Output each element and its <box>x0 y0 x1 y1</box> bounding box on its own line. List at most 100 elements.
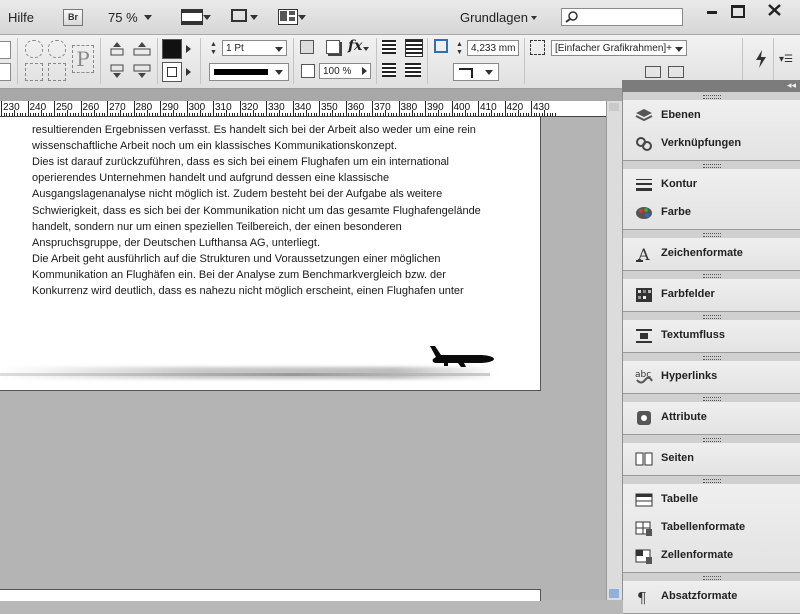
drop-shadow-icon[interactable] <box>300 40 314 54</box>
panel-group-grip[interactable] <box>623 92 800 100</box>
corner-shape-select[interactable] <box>453 63 499 81</box>
panel-group-grip[interactable] <box>623 271 800 279</box>
ruler-minor-tick <box>401 113 403 116</box>
panel-group-grip[interactable] <box>623 394 800 402</box>
panel-item-tabellenformate[interactable]: Tabellenformate <box>623 514 800 542</box>
panel-item-label: Farbfelder <box>661 288 715 300</box>
stroke-weight-stepper[interactable]: ▲ ▼ <box>210 41 218 57</box>
vertical-scrollbar[interactable] <box>606 101 622 600</box>
effects-dropdown-icon[interactable] <box>363 47 369 51</box>
ruler-major-tick <box>160 101 161 116</box>
zoom-level[interactable]: 75 % <box>108 10 138 25</box>
select-previous-icon[interactable] <box>132 41 152 57</box>
ruler-minor-tick <box>538 113 540 116</box>
search-input[interactable] <box>561 8 683 26</box>
reference-point-field[interactable] <box>0 41 11 59</box>
no-text-wrap-icon[interactable] <box>382 40 396 54</box>
fill-arrow-icon[interactable] <box>186 45 191 53</box>
panel-group-grip[interactable] <box>623 161 800 169</box>
panel-item-kontur[interactable]: Kontur <box>623 171 800 199</box>
object-style-select[interactable]: [Einfacher Grafikrahmen]+ <box>551 40 687 56</box>
ruler-minor-tick <box>32 113 34 116</box>
wrap-object-shape-icon[interactable] <box>382 63 396 77</box>
panel-dock: Ebenen Verknüpfungen Kontur Farbe A Zeichenfo… <box>622 92 800 614</box>
stroke-weight-dropdown-icon[interactable] <box>275 47 283 52</box>
select-next-icon[interactable] <box>132 64 152 80</box>
ruler-minor-tick <box>40 110 42 116</box>
rotate-icon[interactable] <box>25 40 43 58</box>
scroll-up-icon[interactable] <box>609 103 619 111</box>
measure-stepper[interactable]: ▲ ▼ <box>456 41 464 57</box>
text-frame[interactable]: resultierenden Ergebnissen verfasst. Es … <box>0 117 540 317</box>
dock-header[interactable]: ◂◂ <box>622 80 800 92</box>
ruler-minor-tick <box>276 113 278 116</box>
select-container-icon[interactable] <box>108 41 126 57</box>
opacity-arrow-icon[interactable] <box>362 67 367 75</box>
scroll-thumb[interactable] <box>609 589 619 598</box>
panel-item-textumfluss[interactable]: Textumfluss <box>623 322 800 350</box>
panel-item-zellenformate[interactable]: Zellenformate <box>623 542 800 570</box>
ruler-tick-label: 430 <box>533 102 550 113</box>
fill-swatch[interactable] <box>162 39 182 59</box>
panel-group-grip[interactable] <box>623 353 800 361</box>
ruler-minor-tick <box>228 113 230 116</box>
panel-item-tabelle[interactable]: Tabelle <box>623 486 800 514</box>
zoom-dropdown-icon[interactable] <box>144 15 152 20</box>
clear-overrides-icon[interactable] <box>645 66 661 78</box>
panel-group-grip[interactable] <box>623 573 800 581</box>
stroke-swatch[interactable] <box>162 62 182 82</box>
effects-fx-icon[interactable]: fx <box>348 38 362 54</box>
panel-item-hyperlinks[interactable]: abc Hyperlinks <box>623 363 800 391</box>
panel-group-grip[interactable] <box>623 230 800 238</box>
panel-item-ebenen[interactable]: Ebenen <box>623 102 800 130</box>
panel-menu-icon[interactable]: ▾☰ <box>779 54 793 65</box>
panel-group-grip[interactable] <box>623 312 800 320</box>
new-style-icon[interactable] <box>668 66 684 78</box>
screen-mode-dropdown-icon[interactable] <box>250 15 258 20</box>
ruler-minor-tick <box>472 113 474 116</box>
jump-object-icon[interactable] <box>405 63 421 77</box>
shadow-toggle-icon[interactable] <box>326 40 340 54</box>
stroke-type-select[interactable] <box>209 63 289 81</box>
workspace-switcher[interactable]: Grundlagen <box>460 10 528 25</box>
object-style-dropdown-icon[interactable] <box>675 47 683 52</box>
select-content-icon[interactable] <box>108 64 126 80</box>
workspace-dropdown-icon[interactable] <box>531 16 537 20</box>
ruler-minor-tick <box>435 113 437 116</box>
ruler-minor-tick <box>125 113 127 116</box>
measure-field[interactable]: 4,233 mm <box>467 40 519 56</box>
screen-mode-icon[interactable] <box>231 9 247 22</box>
panel-item-farbe[interactable]: Farbe <box>623 199 800 227</box>
view-options-icon[interactable] <box>181 9 203 25</box>
flip-vertical-icon[interactable] <box>48 63 66 81</box>
collapse-dock-icon[interactable]: ◂◂ <box>787 80 796 91</box>
arrange-documents-icon[interactable] <box>278 9 298 25</box>
reference-point-field-2[interactable] <box>0 63 11 81</box>
panel-item-seiten[interactable]: Seiten <box>623 445 800 473</box>
flip-horizontal-icon[interactable] <box>25 63 43 81</box>
panel-group-grip[interactable] <box>623 476 800 484</box>
menu-help[interactable]: Hilfe <box>8 10 34 25</box>
wrap-bounding-box-icon[interactable] <box>405 39 423 57</box>
panel-item-zeichenformate[interactable]: A Zeichenformate <box>623 240 800 268</box>
ruler-minor-tick <box>369 113 371 116</box>
maximize-button[interactable] <box>722 1 752 19</box>
path-type-icon[interactable]: P <box>72 45 94 73</box>
frame-fitting-icon[interactable] <box>434 39 448 53</box>
arrange-documents-dropdown-icon[interactable] <box>298 15 306 20</box>
close-window-button[interactable] <box>757 1 793 19</box>
panel-item-absatzformate[interactable]: ¶ Absatzformate <box>623 583 800 611</box>
panel-item-attribute[interactable]: Attribute <box>623 404 800 432</box>
panel-group-grip[interactable] <box>623 435 800 443</box>
text-line: Konkurrenz wird deutlich, dass es nahezu… <box>32 285 464 297</box>
horizontal-ruler[interactable]: 230 240 250 260 270 280 290 300 310 320 330 340 350 3… <box>0 101 610 117</box>
document-page[interactable]: resultierenden Ergebnissen verfasst. Es … <box>0 117 541 391</box>
panel-item-verknüpfungen[interactable]: Verknüpfungen <box>623 130 800 158</box>
quick-apply-icon[interactable] <box>755 50 767 68</box>
stroke-arrow-icon[interactable] <box>186 68 191 76</box>
bridge-button[interactable]: Br <box>63 9 83 26</box>
view-options-dropdown-icon[interactable] <box>203 15 211 20</box>
ruler-minor-tick <box>64 113 66 116</box>
panel-item-farbfelder[interactable]: Farbfelder <box>623 281 800 309</box>
rotate-ccw-icon[interactable] <box>48 40 66 58</box>
